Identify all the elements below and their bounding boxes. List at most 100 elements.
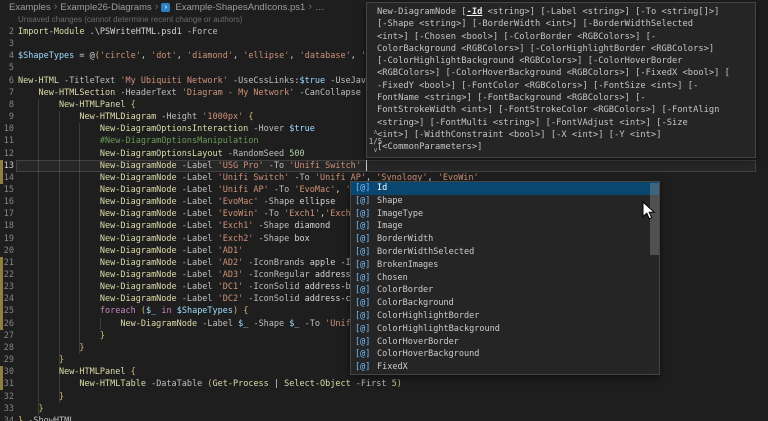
line-number: 22 (0, 269, 14, 281)
line-number: 2 (0, 26, 14, 38)
signature-active-parameter: -Id (467, 7, 483, 17)
line-number: 8 (0, 99, 14, 111)
completion-item-label: ColorHoverBorder (377, 336, 459, 349)
line-number: 3 (0, 38, 14, 50)
line-number: 17 (0, 208, 14, 220)
completion-item-label: BorderWidthSelected (377, 246, 474, 259)
completion-item[interactable]: [@]Chosen (351, 272, 659, 285)
completion-item[interactable]: [@]BrokenImages (351, 259, 659, 272)
completion-item-label: FixedX (377, 361, 408, 374)
completion-item-label: ColorHighlightBorder (377, 310, 479, 323)
completion-item-label: Id (377, 182, 387, 195)
parameter-icon: [@] (351, 348, 377, 361)
line-number: 19 (0, 233, 14, 245)
line-number: 33 (0, 403, 14, 415)
parameter-icon: [@] (351, 361, 377, 374)
signature-help-popup: New-DiagramNode [-Id <string>] [-Label <… (366, 2, 756, 158)
line-number: 30 (0, 366, 14, 378)
signature-text: <int>] [-WidthConstraint <bool>] [-X <in… (377, 129, 751, 141)
parameter-icon: [@] (351, 246, 377, 259)
line-number: 14 (0, 172, 14, 184)
signature-text: FontName <string>] [-FontBackground <RGB… (377, 92, 751, 104)
parameter-icon: [@] (351, 220, 377, 233)
line-number: 10 (0, 123, 14, 135)
completion-item[interactable]: [@]ColorBackground (351, 297, 659, 310)
completion-item[interactable]: [@]ImageType (351, 208, 659, 221)
line-number: 15 (0, 184, 14, 196)
completion-item-label: BrokenImages (377, 259, 438, 272)
line-number: 34 (0, 415, 14, 421)
line-number: 7 (0, 87, 14, 99)
line-number: 26 (0, 318, 14, 330)
line-number: 13 (0, 160, 14, 172)
signature-text: FontStrokeWidth <int>] [-FontStrokeColor… (377, 104, 751, 116)
signature-pager-count: 1/5 (369, 137, 383, 146)
completion-item-label: ColorHighlightBackground (377, 323, 500, 336)
parameter-icon: [@] (351, 336, 377, 349)
completion-item[interactable]: [@]ColorHighlightBorder (351, 310, 659, 323)
line-number: 28 (0, 342, 14, 354)
line-number: 5 (0, 62, 14, 74)
line-number: 25 (0, 305, 14, 317)
parameter-icon: [@] (351, 259, 377, 272)
parameter-icon: [@] (351, 272, 377, 285)
signature-next-icon[interactable]: ∨ (373, 146, 377, 155)
line-number: 12 (0, 148, 14, 160)
completion-item[interactable]: [@]Id (351, 182, 659, 195)
chevron-right-icon: › (308, 2, 312, 12)
chevron-right-icon: › (54, 2, 58, 12)
completion-item[interactable]: [@]FixedX (351, 361, 659, 374)
parameter-icon: [@] (351, 297, 377, 310)
signature-prev-icon[interactable]: ∧ (373, 128, 377, 137)
line-number: 6 (0, 75, 14, 87)
completion-item[interactable]: [@]BorderWidthSelected (351, 246, 659, 259)
breadcrumb-item-examples[interactable]: Examples (9, 2, 51, 13)
signature-text: <int>] [-Chosen <bool>] [-ColorBorder <R… (377, 31, 751, 43)
line-number: 24 (0, 293, 14, 305)
line-number: 27 (0, 330, 14, 342)
signature-text: <string>] [-FontMulti <string>] [-FontVA… (377, 117, 751, 129)
completion-item[interactable]: [@]ColorBorder (351, 284, 659, 297)
parameter-icon: [@] (351, 195, 377, 208)
parameter-icon: [@] (351, 182, 377, 195)
completion-item[interactable]: [@]ColorHoverBackground (351, 348, 659, 361)
completion-item[interactable]: [@]Image (351, 220, 659, 233)
breadcrumb-item-folder[interactable]: Example26-Diagrams (60, 2, 151, 13)
chevron-right-icon: › (155, 2, 159, 12)
parameter-icon: [@] (351, 310, 377, 323)
parameter-icon: [@] (351, 284, 377, 297)
completion-item-label: ColorHoverBackground (377, 348, 479, 361)
line-number: 11 (0, 135, 14, 147)
completion-item[interactable]: [@]ColorHighlightBackground (351, 323, 659, 336)
signature-text: <RGBColors>] [-ColorHoverBackground <RGB… (377, 67, 751, 79)
signature-text: -FixedY <bool>] [-FontColor <RGBColors>]… (377, 80, 751, 92)
parameter-icon: [@] (351, 233, 377, 246)
breadcrumb-item-symbol[interactable]: … (315, 2, 325, 13)
completion-list-popup: [@]Id[@]Shape[@]ImageType[@]Image[@]Bord… (350, 181, 660, 375)
signature-pager: ∧ 1/5 ∨ (368, 128, 383, 155)
line-number: 32 (0, 391, 14, 403)
completion-item-label: Image (377, 220, 403, 233)
signature-text: [-ColorHighlightBackground <RGBColors>] … (377, 55, 751, 67)
breadcrumb-item-file[interactable]: Example-ShapesAndIcons.ps1 (175, 2, 305, 13)
parameter-icon: [@] (351, 323, 377, 336)
line-number: 29 (0, 354, 14, 366)
line-number: 4 (0, 50, 14, 62)
completion-item[interactable]: [@]Shape (351, 195, 659, 208)
mouse-pointer-icon (642, 201, 656, 225)
completion-item-label: ColorBackground (377, 297, 454, 310)
line-number: 21 (0, 257, 14, 269)
text-cursor (366, 160, 367, 171)
codelens-unsaved-changes[interactable]: Unsaved changes (cannot determine recent… (18, 15, 243, 24)
line-number: 9 (0, 111, 14, 123)
line-number: 18 (0, 220, 14, 232)
completion-item[interactable]: [@]ColorHoverBorder (351, 336, 659, 349)
powershell-file-icon: › (161, 3, 170, 12)
completion-item[interactable]: [@]BorderWidth (351, 233, 659, 246)
parameter-icon: [@] (351, 208, 377, 221)
signature-text: [-Shape <string>] [-BorderWidth <int>] [… (377, 18, 751, 30)
editor-window: 2Import-Module .\PSWriteHTML.psd1 -Force… (0, 0, 768, 421)
line-number: 16 (0, 196, 14, 208)
line-number: 23 (0, 281, 14, 293)
completion-item-label: ImageType (377, 208, 423, 221)
